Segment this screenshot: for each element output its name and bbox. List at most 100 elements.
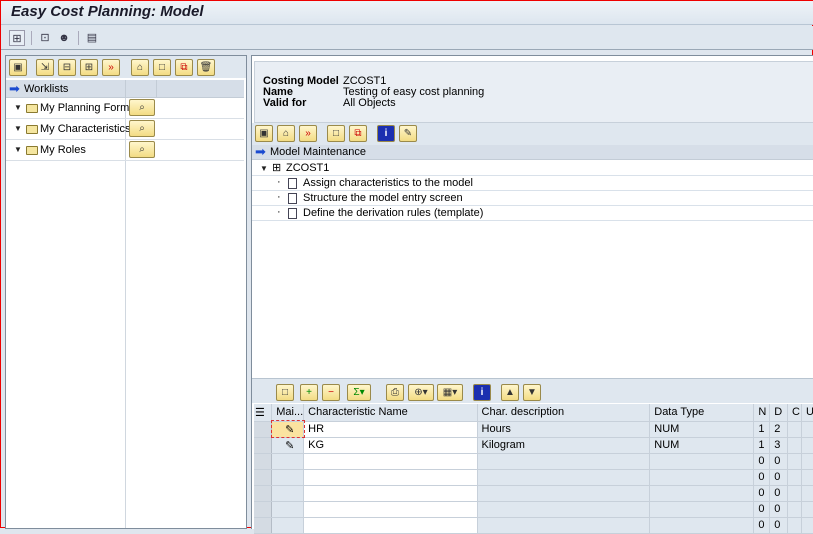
- maintain-cell[interactable]: [272, 501, 304, 517]
- table-row[interactable]: ✎HRHoursNUM12: [254, 421, 813, 437]
- tree-item-label: Assign characteristics to the model: [303, 177, 473, 189]
- expand-icon[interactable]: ▼: [14, 124, 22, 133]
- column-header[interactable]: Mai...: [272, 404, 304, 421]
- edit-pencil-icon[interactable]: ✎: [272, 437, 304, 453]
- table-cell: 0: [770, 501, 788, 517]
- user-settings-icon[interactable]: ☻: [56, 30, 72, 46]
- table-row[interactable]: 00: [254, 469, 813, 485]
- copy-icon[interactable]: ⧉: [175, 59, 193, 76]
- insert-row-icon[interactable]: +: [300, 384, 318, 401]
- tree-item-label: Structure the model entry screen: [303, 192, 463, 204]
- worklist-panel: ▣ ⇲ ⊟ ⊞ » ⌂ □ ⧉ 🗑 ➡ Worklists ▼ My Plann…: [5, 55, 247, 529]
- worklist-item-planning-forms[interactable]: ▼ My Planning Forms ⌕: [6, 98, 244, 119]
- column-header[interactable]: Data Type: [650, 404, 754, 421]
- worklist-item-characteristics[interactable]: ▼ My Characteristics ⌕: [6, 119, 244, 140]
- structure-icon[interactable]: ⊡: [37, 30, 53, 46]
- row-selector[interactable]: [254, 453, 272, 469]
- execute-icon[interactable]: »: [299, 125, 317, 142]
- open-icon[interactable]: ⌂: [277, 125, 295, 142]
- edit-icon[interactable]: ✎: [399, 125, 417, 142]
- export-icon[interactable]: ⊕▾: [408, 384, 434, 401]
- column-header[interactable]: D: [770, 404, 788, 421]
- table-cell: [477, 501, 650, 517]
- save-icon[interactable]: ▣: [9, 59, 27, 76]
- export-icon[interactable]: ⊟: [58, 59, 76, 76]
- maintain-cell[interactable]: [272, 469, 304, 485]
- row-selector[interactable]: [254, 469, 272, 485]
- column-header[interactable]: Char. description: [477, 404, 650, 421]
- column-header[interactable]: C: [788, 404, 802, 421]
- select-all-icon[interactable]: ☰: [254, 404, 272, 421]
- layout-icon[interactable]: ▦▾: [437, 384, 463, 401]
- maintain-cell[interactable]: [272, 485, 304, 501]
- delete-row-icon[interactable]: −: [322, 384, 340, 401]
- maintenance-header: ➡ Model Maintenance: [252, 145, 813, 160]
- info-icon[interactable]: i: [473, 384, 491, 401]
- new-document-icon[interactable]: □: [276, 384, 294, 401]
- print-icon[interactable]: ⎙: [386, 384, 404, 401]
- delete-icon[interactable]: 🗑: [197, 59, 215, 76]
- find-binoculars-icon[interactable]: ⌕: [129, 141, 155, 158]
- characteristic-name-input[interactable]: [304, 485, 477, 501]
- collapse-icon[interactable]: ▼: [260, 164, 268, 173]
- open-icon[interactable]: ⌂: [131, 59, 149, 76]
- column-header[interactable]: N: [754, 404, 770, 421]
- layout-icon[interactable]: ▤: [84, 30, 100, 46]
- row-selector[interactable]: [254, 437, 272, 453]
- column-header[interactable]: Characteristic Name: [304, 404, 477, 421]
- edit-pencil-icon[interactable]: ✎: [272, 421, 304, 437]
- worklist-item-roles[interactable]: ▼ My Roles ⌕: [6, 140, 244, 161]
- structure-icon[interactable]: ⊞: [80, 59, 98, 76]
- import-icon[interactable]: ⇲: [36, 59, 54, 76]
- table-row[interactable]: ✎KGKilogramNUM13: [254, 437, 813, 453]
- table-cell: [650, 501, 754, 517]
- move-down-icon[interactable]: ▼: [523, 384, 541, 401]
- table-row[interactable]: 00: [254, 485, 813, 501]
- tree-root[interactable]: ▼ ⊞ ZCOST1: [252, 161, 813, 176]
- table-cell: [802, 437, 813, 453]
- table-cell: 0: [770, 485, 788, 501]
- column-header[interactable]: U: [802, 404, 813, 421]
- characteristic-name-input[interactable]: HR: [304, 421, 477, 437]
- table-row[interactable]: 00: [254, 453, 813, 469]
- save-icon[interactable]: ▣: [255, 125, 273, 142]
- arrow-right-icon: ➡: [9, 81, 20, 97]
- table-row[interactable]: 00: [254, 501, 813, 517]
- find-binoculars-icon[interactable]: ⌕: [129, 120, 155, 137]
- new-document-icon[interactable]: □: [327, 125, 345, 142]
- table-cell: [788, 485, 802, 501]
- maintain-cell[interactable]: [272, 517, 304, 533]
- find-binoculars-icon[interactable]: ⌕: [129, 99, 155, 116]
- table-cell: [802, 469, 813, 485]
- table-cell: [788, 517, 802, 533]
- table-row[interactable]: 00: [254, 517, 813, 533]
- hierarchy-toggle-icon[interactable]: ⊞: [9, 30, 25, 46]
- document-icon: [288, 193, 297, 204]
- sum-icon[interactable]: Σ▾: [347, 384, 371, 401]
- row-selector[interactable]: [254, 485, 272, 501]
- maintain-cell[interactable]: [272, 453, 304, 469]
- execute-icon[interactable]: »: [102, 59, 120, 76]
- new-document-icon[interactable]: □: [153, 59, 171, 76]
- copy-icon[interactable]: ⧉: [349, 125, 367, 142]
- row-selector[interactable]: [254, 501, 272, 517]
- tree-item[interactable]: · Structure the model entry screen: [252, 191, 813, 206]
- table-cell: 0: [770, 517, 788, 533]
- grid-toolbar: □ + − Σ▾ ⎙ ⊕▾ ▦▾ i ▲ ▼: [252, 383, 813, 403]
- tree-item[interactable]: · Define the derivation rules (template): [252, 206, 813, 221]
- row-selector[interactable]: [254, 421, 272, 437]
- expand-icon[interactable]: ▼: [14, 145, 22, 154]
- characteristic-name-input[interactable]: [304, 453, 477, 469]
- move-up-icon[interactable]: ▲: [501, 384, 519, 401]
- characteristic-name-input[interactable]: KG: [304, 437, 477, 453]
- tree-item[interactable]: · Assign characteristics to the model: [252, 176, 813, 191]
- info-icon[interactable]: i: [377, 125, 395, 142]
- row-selector[interactable]: [254, 517, 272, 533]
- characteristic-name-input[interactable]: [304, 501, 477, 517]
- expand-icon[interactable]: ▼: [14, 103, 22, 112]
- characteristic-name-input[interactable]: [304, 469, 477, 485]
- worklist-header-label: Worklists: [24, 83, 68, 95]
- valid-for-label: Valid for: [263, 97, 306, 109]
- characteristic-name-input[interactable]: [304, 517, 477, 533]
- table-cell: [802, 421, 813, 437]
